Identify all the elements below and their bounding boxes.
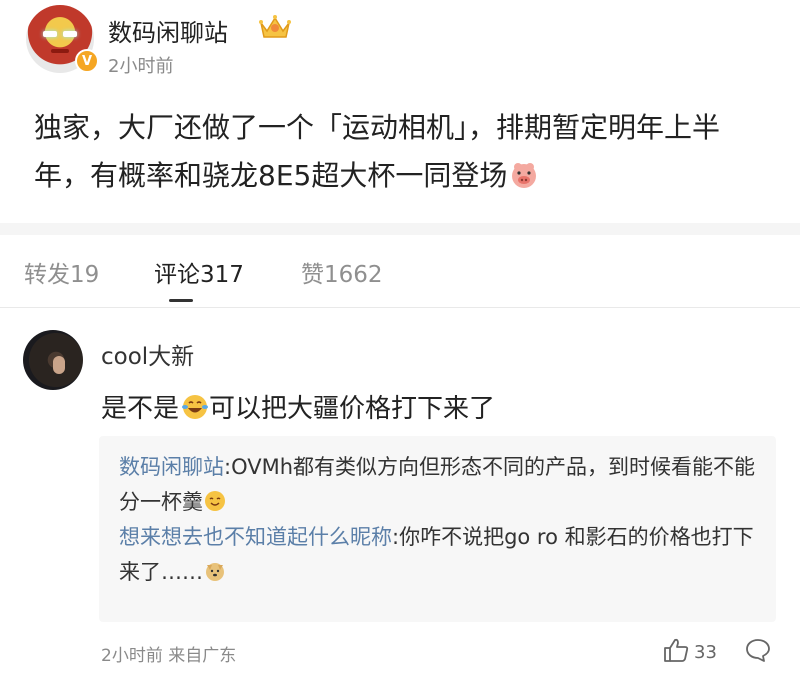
avatar-eye xyxy=(43,31,57,37)
doge-emoji-icon xyxy=(206,563,224,581)
avatar-mouth xyxy=(51,49,69,53)
active-tab-indicator xyxy=(169,299,193,302)
commenter-name[interactable]: cool大新 xyxy=(101,337,194,371)
comment-text: 是不是 可以把大疆价格打下来了 xyxy=(101,388,495,425)
reply-list: 数码闲聊站:OVMh都有类似方向但形态不同的产品，到时候看能不能分一杯羹 想来想… xyxy=(119,450,759,590)
crown-icon xyxy=(259,15,291,38)
post-tabs: 转发19 评论317 赞1662 xyxy=(0,235,800,307)
thumbs-up-icon[interactable] xyxy=(662,637,690,663)
commenter-avatar[interactable] xyxy=(23,330,83,390)
laughing-tears-emoji-icon xyxy=(182,395,209,419)
post-text: 独家，大厂还做了一个「运动相机」，排期暂定明年上半年，有概率和骁龙8E5超大杯一… xyxy=(34,111,721,192)
post-time: 2小时前 xyxy=(108,56,174,77)
like-count: 33 xyxy=(694,642,717,663)
post-body: 独家，大厂还做了一个「运动相机」，排期暂定明年上半年，有概率和骁龙8E5超大杯一… xyxy=(34,104,774,200)
reply-item: 想来想去也不知道起什么昵称:你咋不说把go ro 和影石的价格也打下来了…… xyxy=(119,520,759,590)
reply-user[interactable]: 想来想去也不知道起什么昵称 xyxy=(119,525,392,549)
avatar-hand xyxy=(53,356,65,374)
post-header: V 数码闲聊站 2小时前 xyxy=(26,5,786,80)
tab-likes[interactable]: 赞1662 xyxy=(301,255,383,289)
tab-reposts[interactable]: 转发19 xyxy=(24,255,99,289)
smile-emoji-icon xyxy=(205,491,225,511)
comment-meta: 2小时前 来自广东 xyxy=(101,646,237,666)
reply-item: 数码闲聊站:OVMh都有类似方向但形态不同的产品，到时候看能不能分一杯羹 xyxy=(119,450,759,520)
pig-face-emoji-icon xyxy=(512,163,537,188)
comment-item: cool大新 是不是 可以把大疆价格打下来了 数码闲聊站:OVMh都有类似方向但… xyxy=(0,308,800,689)
tab-comments[interactable]: 评论317 xyxy=(154,255,244,289)
section-divider xyxy=(0,223,800,235)
verified-badge-icon: V xyxy=(75,49,99,73)
comment-text-part: 是不是 xyxy=(101,394,180,424)
comment-text-part: 可以把大疆价格打下来了 xyxy=(209,394,496,424)
author-name[interactable]: 数码闲聊站 xyxy=(108,13,228,48)
comment-bubble-icon[interactable] xyxy=(745,638,771,662)
reply-box[interactable]: 数码闲聊站:OVMh都有类似方向但形态不同的产品，到时候看能不能分一杯羹 想来想… xyxy=(99,436,776,622)
avatar-eye xyxy=(63,31,77,37)
reply-user[interactable]: 数码闲聊站 xyxy=(119,455,224,479)
